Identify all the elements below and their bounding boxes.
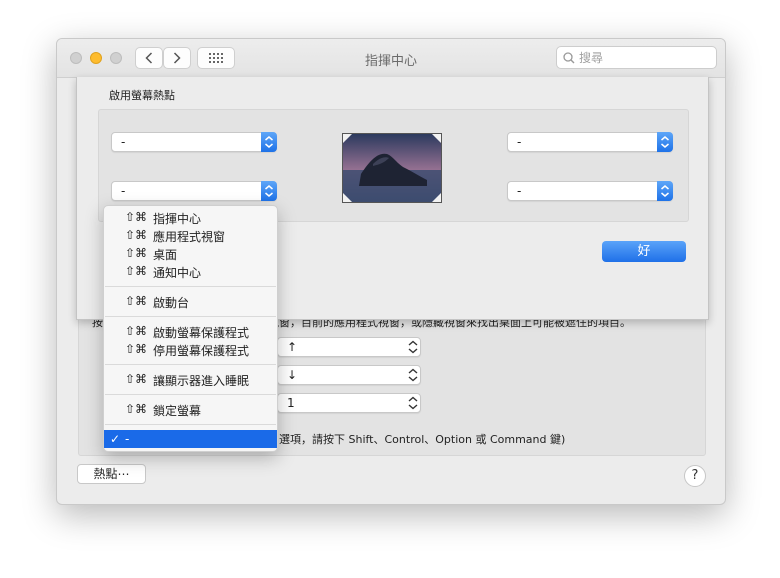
updown-arrows-icon xyxy=(405,337,421,357)
wallpaper-image xyxy=(343,134,441,202)
modifier-shift-command-icon: ⇧⌘ xyxy=(125,228,148,242)
modifier-shift-command-icon: ⇧⌘ xyxy=(125,342,148,356)
corner-action-menu: ⇧⌘ 指揮中心 ⇧⌘ 應用程式視窗 ⇧⌘ 桌面 ⇧⌘ 通知中心 ⇧⌘ 啟動台 ⇧… xyxy=(103,205,278,452)
menu-item-label: 讓顯示器進入睡眠 xyxy=(153,374,250,388)
menu-item-label: 桌面 xyxy=(153,248,178,262)
modifier-hint: 選項，請按下 Shift、Control、Option 或 Command 鍵) xyxy=(279,433,566,446)
menu-separator xyxy=(105,364,276,365)
modifier-shift-command-icon: ⇧⌘ xyxy=(125,372,148,386)
menu-item-label: 應用程式視窗 xyxy=(153,230,226,244)
menu-separator xyxy=(105,424,276,425)
modifier-shift-command-icon: ⇧⌘ xyxy=(125,246,148,260)
menu-item-label: 啟動台 xyxy=(153,296,190,310)
menu-item-notification-center[interactable]: ⇧⌘ 通知中心 xyxy=(104,262,277,280)
menu-item-label: 通知中心 xyxy=(153,266,202,280)
shortcut-popup-2-value: ↓ xyxy=(287,368,298,382)
hot-corners-button[interactable]: 熱點⋯ xyxy=(77,464,146,484)
bottom-left-corner-popup[interactable]: - xyxy=(111,181,277,201)
menu-item-desktop[interactable]: ⇧⌘ 桌面 xyxy=(104,244,277,262)
top-left-corner-value: - xyxy=(121,135,126,149)
menu-item-label: 啟動螢幕保護程式 xyxy=(153,326,250,340)
modifier-shift-command-icon: ⇧⌘ xyxy=(125,402,148,416)
checkmark-icon: ✓ xyxy=(110,432,121,446)
search-icon xyxy=(563,51,575,63)
updown-arrows-icon xyxy=(405,393,421,413)
bottom-right-corner-value: - xyxy=(517,184,522,198)
shortcut-popup-3-value: 1 xyxy=(287,396,295,410)
modifier-shift-command-icon: ⇧⌘ xyxy=(125,294,148,308)
modifier-shift-command-icon: ⇧⌘ xyxy=(125,264,148,278)
menu-item-launchpad[interactable]: ⇧⌘ 啟動台 xyxy=(104,292,277,310)
bottom-left-corner-value: - xyxy=(121,184,126,198)
updown-arrows-icon xyxy=(657,132,673,152)
menu-item-label: 指揮中心 xyxy=(153,212,202,226)
bottom-right-corner-popup[interactable]: - xyxy=(507,181,673,201)
updown-arrows-icon xyxy=(261,181,277,201)
ok-button[interactable]: 好 xyxy=(602,241,686,262)
menu-item-display-sleep[interactable]: ⇧⌘ 讓顯示器進入睡眠 xyxy=(104,370,277,388)
menu-separator xyxy=(105,286,276,287)
menu-item-label: - xyxy=(125,432,130,446)
title-bar: 指揮中心 搜尋 xyxy=(57,39,725,78)
modifier-shift-command-icon: ⇧⌘ xyxy=(125,324,148,338)
shortcut-popup-3[interactable]: 1 xyxy=(277,393,421,413)
shortcut-popup-1[interactable]: ↑ xyxy=(277,337,421,357)
menu-item-label: 停用螢幕保護程式 xyxy=(153,344,250,358)
menu-separator xyxy=(105,394,276,395)
menu-item-lock-screen[interactable]: ⇧⌘ 鎖定螢幕 xyxy=(104,400,277,418)
menu-item-disable-screensaver[interactable]: ⇧⌘ 停用螢幕保護程式 xyxy=(104,340,277,358)
top-left-corner-popup[interactable]: - xyxy=(111,132,277,152)
shortcut-popup-2[interactable]: ↓ xyxy=(277,365,421,385)
menu-item-none-selected[interactable]: ✓ - xyxy=(104,430,277,448)
updown-arrows-icon xyxy=(657,181,673,201)
menu-item-start-screensaver[interactable]: ⇧⌘ 啟動螢幕保護程式 xyxy=(104,322,277,340)
modifier-shift-command-icon: ⇧⌘ xyxy=(125,210,148,224)
menu-item-mission-control[interactable]: ⇧⌘ 指揮中心 xyxy=(104,208,277,226)
top-right-corner-value: - xyxy=(517,135,522,149)
shortcut-popup-1-value: ↑ xyxy=(287,340,298,354)
menu-separator xyxy=(105,316,276,317)
search-placeholder: 搜尋 xyxy=(579,51,604,65)
desktop-preview xyxy=(342,133,442,203)
sheet-title: 啟用螢幕熱點 xyxy=(109,89,175,102)
menu-item-app-windows[interactable]: ⇧⌘ 應用程式視窗 xyxy=(104,226,277,244)
help-button[interactable]: ? xyxy=(684,465,706,487)
search-field[interactable]: 搜尋 xyxy=(556,46,717,69)
updown-arrows-icon xyxy=(261,132,277,152)
top-right-corner-popup[interactable]: - xyxy=(507,132,673,152)
menu-item-label: 鎖定螢幕 xyxy=(153,404,202,418)
updown-arrows-icon xyxy=(405,365,421,385)
